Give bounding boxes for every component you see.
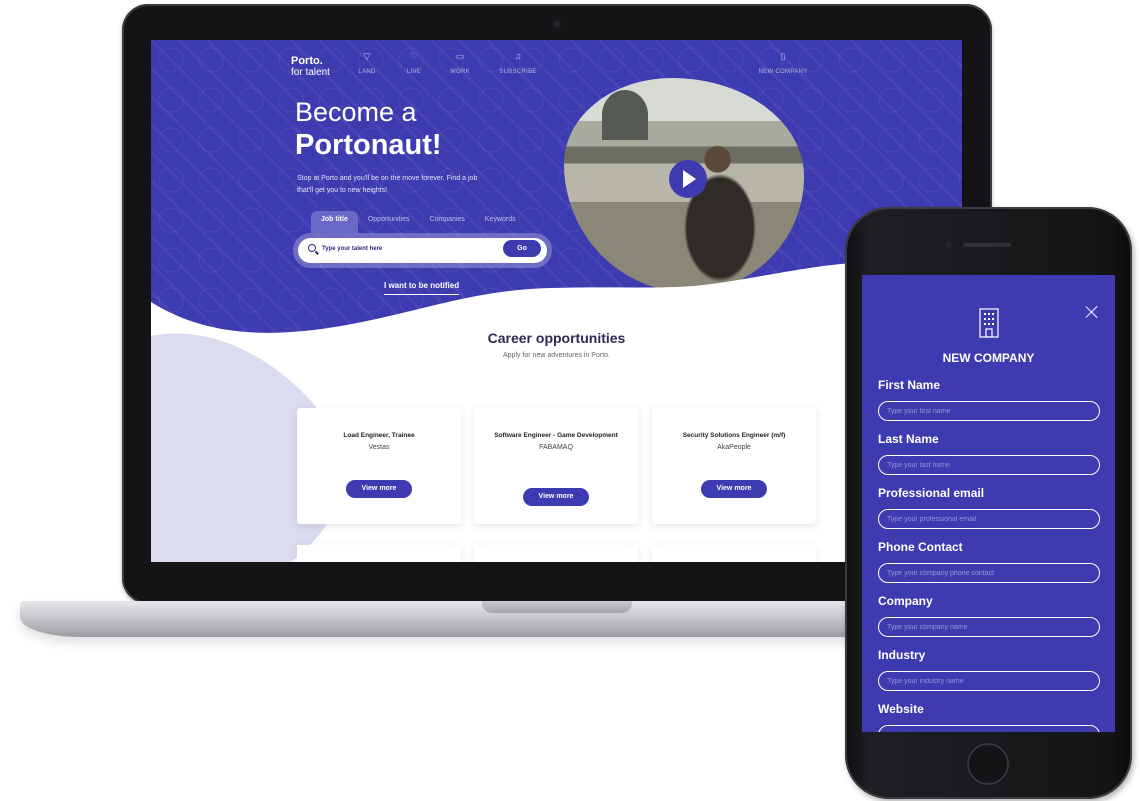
job-card-partial[interactable] xyxy=(474,545,638,562)
section-title: Career opportunities xyxy=(487,330,626,346)
first-name-label: First Name xyxy=(878,378,941,392)
job-company: FABAMAQ xyxy=(539,444,573,451)
company-label: Company xyxy=(878,594,933,608)
phone-frame: NEW COMPANY First Name Last Name Profess… xyxy=(845,207,1132,799)
last-name-label: Last Name xyxy=(878,432,939,446)
close-icon[interactable] xyxy=(1085,305,1099,319)
job-card[interactable]: Load Engineer, Trainee Vestas View more xyxy=(297,408,461,524)
phone-contact-field[interactable] xyxy=(878,563,1100,583)
job-company: Vestas xyxy=(368,444,390,451)
first-name-field[interactable] xyxy=(878,401,1100,421)
form-heading: NEW COMPANY xyxy=(942,351,1035,365)
phone-contact-label: Phone Contact xyxy=(878,540,963,554)
phone-screen: NEW COMPANY First Name Last Name Profess… xyxy=(862,275,1115,732)
building-icon xyxy=(979,308,999,338)
industry-label: Industry xyxy=(878,648,926,662)
section-subtitle: Apply for new adventures in Porto. xyxy=(502,352,610,359)
phone-speaker xyxy=(963,243,1011,247)
laptop-notch xyxy=(482,601,632,613)
job-title: Software Engineer - Game Development xyxy=(494,432,618,439)
job-company: AkaPeople xyxy=(717,444,751,451)
website-field[interactable] xyxy=(878,725,1100,732)
phone-home-button[interactable] xyxy=(967,743,1009,785)
job-card-partial[interactable] xyxy=(297,545,461,562)
company-field[interactable] xyxy=(878,617,1100,637)
job-title: Security Solutions Engineer (m/f) xyxy=(682,432,786,439)
job-title: Load Engineer, Trainee xyxy=(343,432,415,439)
view-more-button[interactable]: View more xyxy=(701,480,767,498)
job-card[interactable]: Security Solutions Engineer (m/f) AkaPeo… xyxy=(652,408,816,524)
phone-camera xyxy=(945,241,952,248)
email-label: Professional email xyxy=(878,486,985,500)
job-card[interactable]: Software Engineer - Game Development FAB… xyxy=(474,408,638,524)
laptop-camera xyxy=(553,20,561,28)
view-more-button[interactable]: View more xyxy=(523,488,589,506)
view-more-button[interactable]: View more xyxy=(346,480,412,498)
email-field[interactable] xyxy=(878,509,1100,529)
website-label: Website xyxy=(878,702,924,716)
industry-field[interactable] xyxy=(878,671,1100,691)
last-name-field[interactable] xyxy=(878,455,1100,475)
job-card-partial[interactable] xyxy=(652,545,816,562)
laptop-screen: Porto. for talent ▽ LAND ♡ LIVE ▭ WORK ♫… xyxy=(151,40,962,562)
